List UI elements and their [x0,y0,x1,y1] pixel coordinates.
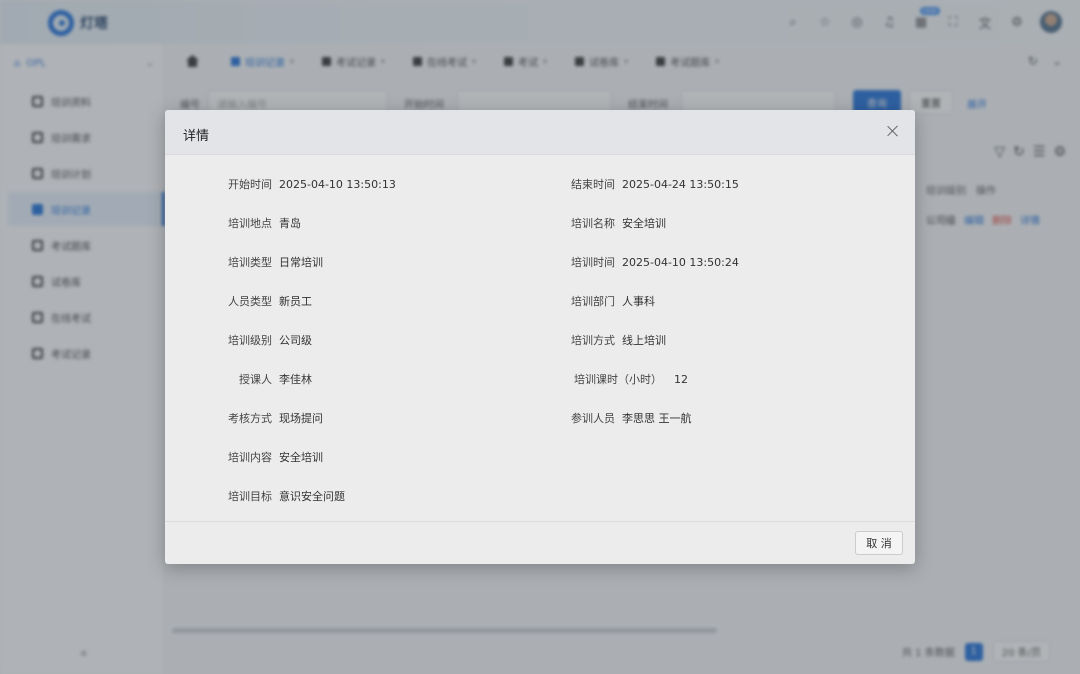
close-icon[interactable] [885,123,901,139]
field-training-level: 培训级别 公司级 [228,332,312,348]
field-value: 新员工 [279,295,312,308]
field-label: 培训地点 [228,217,272,230]
modal-footer: 取 消 [165,521,915,564]
field-personnel-type: 人员类型 新员工 [228,293,312,309]
modal-header: 详情 [165,110,915,155]
field-label: 培训类型 [228,256,272,269]
field-assessment-method: 考核方式 现场提问 [228,410,323,426]
cancel-button[interactable]: 取 消 [855,531,903,555]
field-value: 人事科 [622,295,655,308]
field-training-time: 培训时间 2025-04-10 13:50:24 [571,254,739,270]
field-value: 现场提问 [279,412,323,425]
field-value: 安全培训 [622,217,666,230]
field-value: 日常培训 [279,256,323,269]
field-value: 安全培训 [279,451,323,464]
field-end-time: 结束时间 2025-04-24 13:50:15 [571,176,739,192]
field-label: 培训目标 [228,490,272,503]
field-label: 培训方式 [571,334,615,347]
field-value: 意识安全问题 [279,490,345,503]
field-value: 12 [674,373,688,386]
field-value: 青岛 [279,217,301,230]
field-label: 授课人 [239,373,272,386]
field-label: 开始时间 [228,178,272,191]
field-training-content: 培训内容 安全培训 [228,449,323,465]
field-training-hours: 培训课时（小时） 12 [574,371,688,387]
field-value: 李思思 王一航 [622,412,692,425]
field-location: 培训地点 青岛 [228,215,301,231]
field-value: 2025-04-10 13:50:24 [622,256,739,269]
field-instructor: 授课人 李佳林 [239,371,312,387]
field-label: 考核方式 [228,412,272,425]
field-training-method: 培训方式 线上培训 [571,332,666,348]
field-value: 2025-04-24 13:50:15 [622,178,739,191]
field-label: 培训部门 [571,295,615,308]
field-training-department: 培训部门 人事科 [571,293,655,309]
field-participants: 参训人员 李思思 王一航 [571,410,692,426]
field-label: 参训人员 [571,412,615,425]
field-label: 培训级别 [228,334,272,347]
field-training-type: 培训类型 日常培训 [228,254,323,270]
modal-title: 详情 [183,129,210,144]
field-value: 李佳林 [279,373,312,386]
field-label: 人员类型 [228,295,272,308]
field-start-time: 开始时间 2025-04-10 13:50:13 [228,176,396,192]
field-value: 线上培训 [622,334,666,347]
field-training-goal: 培训目标 意识安全问题 [228,488,345,504]
field-training-name: 培训名称 安全培训 [571,215,666,231]
field-value: 公司级 [279,334,312,347]
field-label: 培训课时（小时） [574,373,662,386]
field-label: 培训内容 [228,451,272,464]
field-value: 2025-04-10 13:50:13 [279,178,396,191]
detail-modal: 详情 开始时间 2025-04-10 13:50:13 培训地点 青岛 培训类型 日常… [165,110,915,564]
field-label: 培训时间 [571,256,615,269]
field-label: 培训名称 [571,217,615,230]
field-label: 结束时间 [571,178,615,191]
